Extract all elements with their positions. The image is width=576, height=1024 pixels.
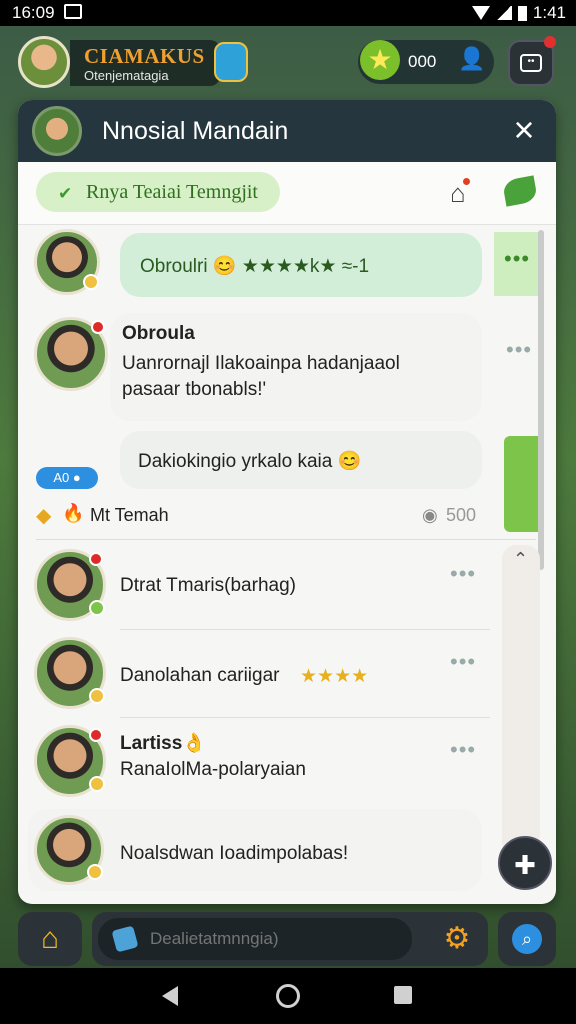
section-label: Mt Temah [90,505,169,525]
notification-dot [544,36,556,48]
badge-icon [89,600,105,616]
status-time: 16:09 [12,3,55,22]
friend-text: Danolahan cariigar [120,665,280,686]
game-header: CIAMAKUS Otenjematagia ★ 000 👤 •• [0,26,576,98]
more-icon[interactable]: ••• [450,649,476,675]
more-icon: ••• [504,246,531,271]
diamond-icon: ◆ [36,505,52,527]
panel-title: Nnosial Mandain [102,117,289,145]
badge-icon [89,688,105,704]
avatar[interactable] [34,229,100,295]
badge-icon [89,776,105,792]
input-bar: ⚙ [92,912,488,966]
bottom-bar: ⌂ ⚙ ⌕ [0,906,576,968]
notification-dot [91,320,105,334]
mascot-icon[interactable] [214,42,248,82]
more-icon[interactable]: ••• [506,337,532,363]
status-bar: 16:09 1:41 [0,0,576,26]
check-icon: ✔ [58,184,73,203]
tag-row: ✔ Rnya Teaiai Temngjit ⌂ [18,162,556,225]
badge-icon [87,864,103,880]
friend-name: Lartiss👌 [120,733,206,754]
notification-dot [89,728,103,742]
friend-text: Dtrat Tmaris(barhag) [120,575,296,596]
notification-dot [89,552,103,566]
side-green-tab[interactable] [504,436,538,532]
divider [120,629,490,630]
player-name: CIAMAKUS [84,44,205,68]
avatar[interactable] [34,637,106,709]
status-time-right: 1:41 [532,3,566,22]
message-bubble[interactable]: Obroulri 😊 ★★★★k★ ≈-1 [120,233,482,297]
star-icon: ★ [360,40,400,80]
divider [120,717,490,718]
player-avatar[interactable] [18,36,70,88]
chat-area[interactable]: ••• Obroulri 😊 ★★★★k★ ≈-1 Obroula Obroul… [18,225,556,904]
search-icon: ⌕ [512,924,542,954]
player-name-box[interactable]: CIAMAKUS Otenjematagia [70,40,220,86]
status-tag-label: Rnya Teaiai Temngjit [86,181,258,203]
friend-text: Noalsdwan Ioadimpolabas! [120,843,349,864]
avatar[interactable] [34,549,106,621]
avatar[interactable] [34,815,104,885]
scroll-panel[interactable]: ⌃ [502,545,540,855]
panel-header: Nnosial Mandain × [18,100,556,162]
sender-name: Obroula [122,323,195,344]
side-green-tab[interactable]: ••• [494,232,538,296]
puzzle-button[interactable]: ✚ [498,836,552,890]
friend-icon[interactable]: 👤 [458,46,486,74]
home-notification-dot [462,178,470,185]
status-tag[interactable]: ✔ Rnya Teaiai Temngjit [36,172,280,212]
signal-icon [495,6,512,20]
home-circle-icon[interactable] [276,984,300,1008]
message-bubble[interactable]: Dakiokingio yrkalo kaia 😊 [120,431,482,489]
system-nav-bar [0,968,576,1024]
battery-icon [517,5,527,21]
search-button[interactable]: ⌕ [498,912,556,966]
avatar[interactable] [34,317,108,391]
message-input[interactable] [98,918,412,960]
section-count: 500 [446,505,477,525]
home-icon[interactable]: ⌂ [450,178,470,209]
back-icon[interactable] [162,986,178,1006]
avatar[interactable] [34,725,106,797]
gear-icon[interactable]: ⚙ [440,922,474,956]
message-text: Obroulri 😊 ★★★★k★ ≈-1 [140,256,370,277]
scrollbar[interactable] [538,230,544,570]
status-icons: 1:41 [471,3,566,23]
image-notification-icon [64,4,82,19]
message-text: Dakiokingio yrkalo kaia 😊 [138,451,362,472]
rating-stars: ★★★★ [300,666,369,687]
recent-apps-icon[interactable] [394,986,412,1004]
more-icon[interactable]: ••• [450,737,476,763]
chat-icon: •• [520,54,542,72]
coin-count: 000 [408,52,437,71]
badge-icon [83,274,99,290]
coin-icon: ◉ [422,505,438,525]
more-icon[interactable]: ••• [450,561,476,587]
panel-avatar [32,106,82,156]
social-panel: Nnosial Mandain × ✔ Rnya Teaiai Temngjit… [18,100,556,904]
home-button[interactable]: ⌂ [18,912,82,966]
leaf-icon[interactable] [501,175,539,207]
friend-text: RanaIolMa-polaryaian [120,759,306,780]
player-subtitle: Otenjematagia [84,68,169,83]
message-text: Uanrornajl Ilakoainpa hadanjaaol [122,353,400,374]
messages-button[interactable]: •• [508,36,556,86]
divider [36,539,536,540]
close-button[interactable]: × [506,112,542,148]
fire-icon: 🔥 [62,503,85,523]
message-text: pasaar tbonabls!' [122,379,267,400]
status-badge: A0 ● [36,467,98,489]
chevron-up-icon[interactable]: ⌃ [513,549,528,570]
wifi-icon [471,6,490,20]
